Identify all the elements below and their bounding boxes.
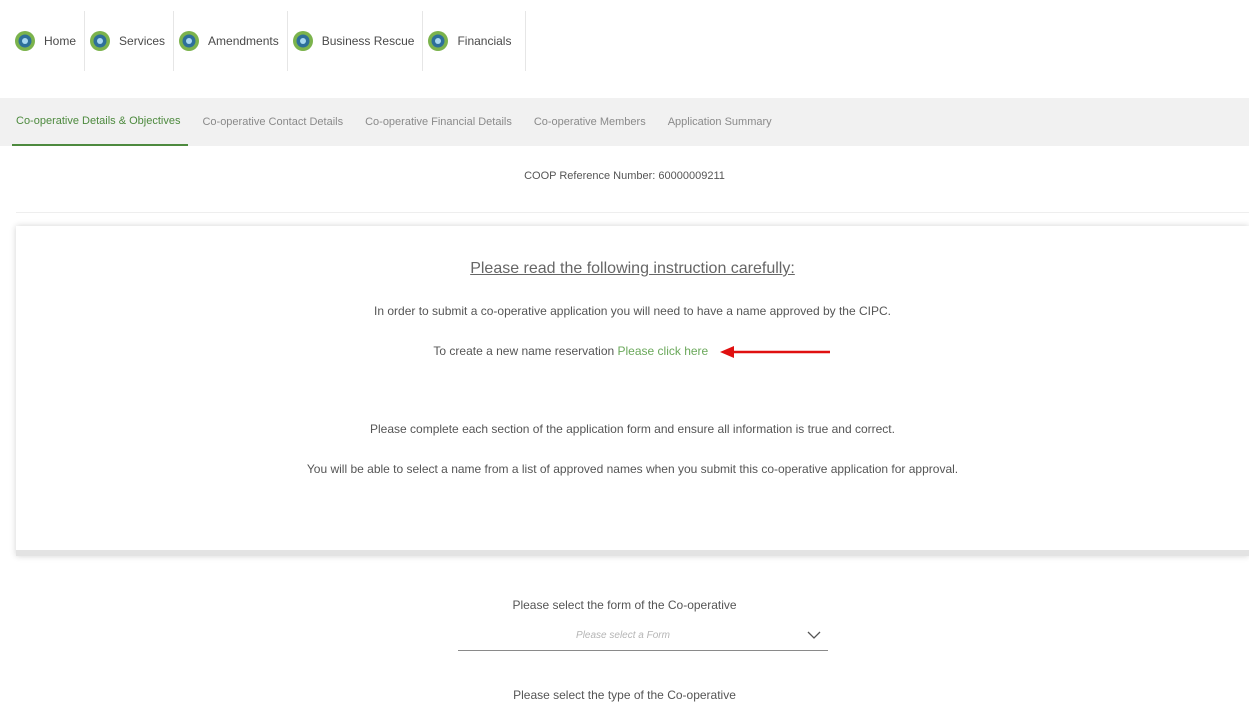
top-navigation: Home Services Amendments Business Rescue: [0, 0, 625, 82]
type-of-coop-label: Please select the type of the Co-operati…: [513, 688, 736, 702]
tab-application-summary[interactable]: Application Summary: [660, 98, 780, 146]
application-tabs: Co-operative Details & Objectives Co-ope…: [0, 98, 1249, 146]
nav-home-label: Home: [44, 34, 77, 48]
form-select-placeholder: Please select a Form: [576, 630, 670, 641]
name-reservation-link[interactable]: Please click here: [618, 344, 709, 358]
form-of-coop-select[interactable]: Please select a Form: [458, 624, 828, 651]
name-reservation-row: To create a new name reservation Please …: [16, 344, 1249, 358]
name-reservation-text: To create a new name reservation: [433, 344, 615, 358]
instruction-select-name: You will be able to select a name from a…: [306, 462, 959, 476]
cipc-logo-icon: [179, 31, 200, 51]
tab-details-objectives[interactable]: Co-operative Details & Objectives: [12, 98, 189, 146]
nav-financials[interactable]: Financials: [423, 11, 527, 71]
nav-home[interactable]: Home: [10, 11, 86, 71]
divider: [16, 212, 1249, 213]
cipc-logo-icon: [428, 31, 449, 51]
instruction-complete-sections: Please complete each section of the appl…: [370, 422, 895, 436]
cipc-logo-icon: [90, 31, 111, 51]
tab-members[interactable]: Co-operative Members: [526, 98, 654, 146]
coop-reference-number: COOP Reference Number: 60000009211: [524, 170, 725, 182]
form-of-coop-label: Please select the form of the Co-operati…: [512, 598, 737, 612]
tab-contact-details[interactable]: Co-operative Contact Details: [194, 98, 351, 146]
nav-business-rescue-label: Business Rescue: [321, 34, 415, 48]
nav-services-label: Services: [119, 34, 166, 48]
cipc-logo-icon: [15, 31, 35, 51]
nav-amendments[interactable]: Amendments: [174, 11, 288, 71]
instruction-name-approval: In order to submit a co-operative applic…: [374, 304, 891, 318]
cipc-logo-icon: [292, 31, 313, 51]
panel-bottom-bar: [16, 550, 1249, 556]
instruction-panel: Please read the following instruction ca…: [16, 226, 1249, 556]
coop-form-section: Please select the form of the Co-operati…: [0, 570, 1249, 710]
nav-amendments-label: Amendments: [208, 34, 279, 48]
instruction-heading-row: Please read the following instruction ca…: [16, 260, 1249, 278]
tab-financial-details[interactable]: Co-operative Financial Details: [357, 98, 520, 146]
nav-financials-label: Financials: [457, 34, 512, 48]
chevron-down-icon: [807, 631, 821, 639]
nav-business-rescue[interactable]: Business Rescue: [288, 11, 424, 71]
nav-services[interactable]: Services: [85, 11, 175, 71]
instruction-heading: Please read the following instruction ca…: [470, 260, 795, 277]
red-arrow-annotation-icon: [719, 345, 830, 358]
